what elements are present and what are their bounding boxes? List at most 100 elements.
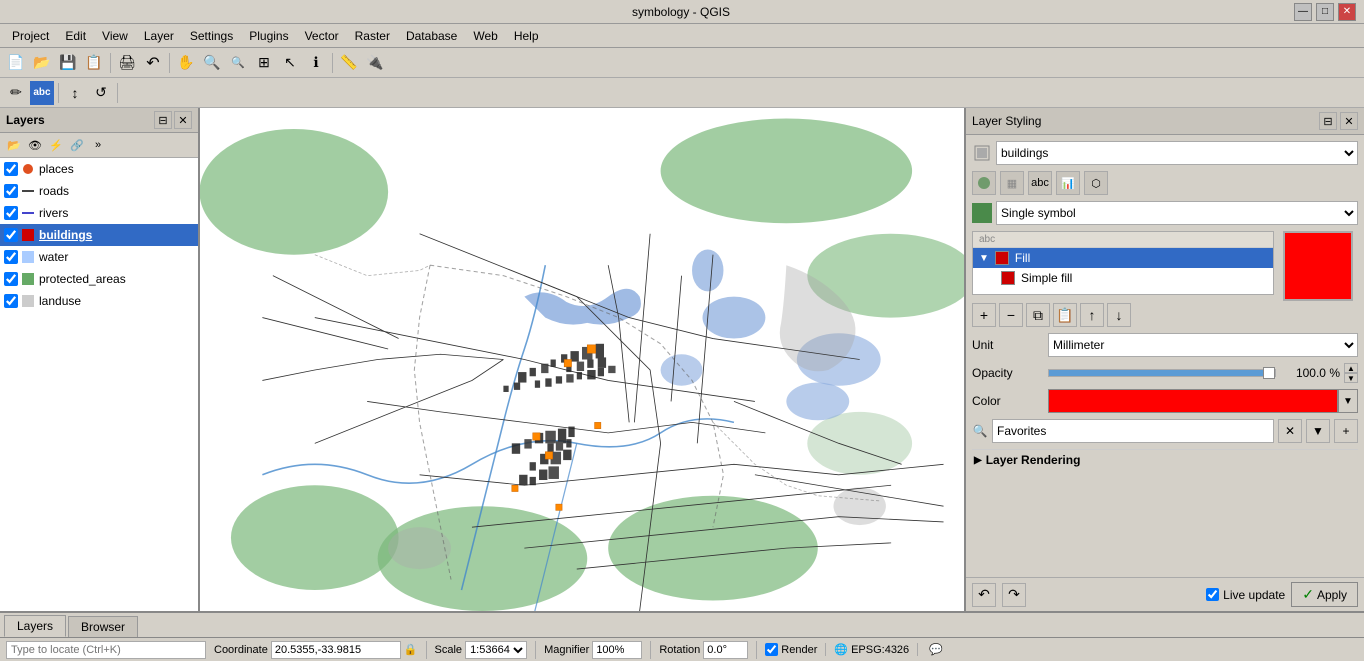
rotate-btn[interactable]: ↺: [89, 81, 113, 105]
tab-browser[interactable]: Browser: [68, 616, 138, 637]
magnifier-input[interactable]: [592, 641, 642, 659]
menu-item-raster[interactable]: Raster: [347, 27, 398, 45]
menu-item-settings[interactable]: Settings: [182, 27, 241, 45]
remove-symbol-btn[interactable]: −: [999, 303, 1023, 327]
layer-checkbox-rivers[interactable]: [4, 206, 18, 220]
select-btn[interactable]: ↖: [278, 51, 302, 75]
identify-btn[interactable]: ℹ: [304, 51, 328, 75]
digitize-btn[interactable]: ✏: [4, 81, 28, 105]
layer-item-buildings[interactable]: buildings: [0, 224, 198, 246]
menu-item-vector[interactable]: Vector: [297, 27, 347, 45]
plugins-btn[interactable]: 🔌: [363, 51, 387, 75]
layers-panel-close-btn[interactable]: ✕: [174, 111, 192, 129]
opacity-slider[interactable]: [1048, 369, 1276, 377]
paste-symbol-btn[interactable]: 📋: [1053, 303, 1077, 327]
styling-panel-close-btn[interactable]: ✕: [1340, 112, 1358, 130]
layers-filter-btn[interactable]: ⚡: [46, 135, 66, 155]
styling-diagram-icon[interactable]: 📊: [1056, 171, 1080, 195]
move-down-symbol-btn[interactable]: ↓: [1107, 303, 1131, 327]
styling-3d-icon[interactable]: ⬡: [1084, 171, 1108, 195]
layer-checkbox-places[interactable]: [4, 162, 18, 176]
pan-btn[interactable]: ✋: [174, 51, 198, 75]
color-picker-bar[interactable]: [1048, 389, 1338, 413]
measure-btn[interactable]: 📏: [337, 51, 361, 75]
layer-item-rivers[interactable]: rivers: [0, 202, 198, 224]
layer-item-places[interactable]: places: [0, 158, 198, 180]
opacity-down-btn[interactable]: ▼: [1344, 373, 1358, 383]
save-as-btn[interactable]: 📋: [82, 51, 106, 75]
epsg-item[interactable]: 🌐 EPSG:4326: [834, 643, 918, 656]
layer-rendering-section[interactable]: ▶ Layer Rendering: [972, 449, 1358, 470]
menu-item-view[interactable]: View: [94, 27, 136, 45]
styling-layer-dropdown[interactable]: buildings: [996, 141, 1358, 165]
color-dropdown-btn[interactable]: ▼: [1338, 389, 1358, 413]
styling-histogram-icon[interactable]: ▦: [1000, 171, 1024, 195]
styling-panel-dock-btn[interactable]: ⊟: [1319, 112, 1337, 130]
zoom-in-btn[interactable]: 🔍: [200, 51, 224, 75]
messages-btn[interactable]: 💬: [926, 643, 946, 656]
layers-more-btn[interactable]: »: [88, 135, 108, 155]
symbol-tree-fill-item[interactable]: ▼ Fill: [973, 248, 1273, 268]
search-dropdown-btn[interactable]: ▼: [1306, 419, 1330, 443]
add-symbol-btn[interactable]: +: [972, 303, 996, 327]
layers-panel-dock-btn[interactable]: ⊟: [154, 111, 172, 129]
layer-checkbox-roads[interactable]: [4, 184, 18, 198]
render-checkbox[interactable]: [765, 643, 778, 656]
undo-style-btn[interactable]: ↶: [972, 583, 996, 607]
symbol-type-dropdown[interactable]: Single symbol: [996, 201, 1358, 225]
styling-labels-icon[interactable]: abc: [1028, 171, 1052, 195]
layers-link-btn[interactable]: 🔗: [67, 135, 87, 155]
menu-item-layer[interactable]: Layer: [136, 27, 182, 45]
menu-item-project[interactable]: Project: [4, 27, 57, 45]
menu-item-database[interactable]: Database: [398, 27, 465, 45]
open-btn[interactable]: 📂: [30, 51, 54, 75]
copy-symbol-btn[interactable]: ⧉: [1026, 303, 1050, 327]
styling-scroll-area[interactable]: buildings ▦ abc 📊 ⬡: [966, 135, 1364, 577]
unit-dropdown[interactable]: Millimeter: [1048, 333, 1358, 357]
tree-expand-icon[interactable]: ▼: [979, 253, 989, 264]
symbol-tree-simplefill-item[interactable]: Simple fill: [973, 268, 1273, 288]
layer-checkbox-water[interactable]: [4, 250, 18, 264]
close-button[interactable]: ✕: [1338, 3, 1356, 21]
redo-style-btn[interactable]: ↷: [1002, 583, 1026, 607]
layers-visible-btn[interactable]: 👁: [25, 135, 45, 155]
undo-btn[interactable]: ↶: [141, 51, 165, 75]
live-update-checkbox[interactable]: [1206, 588, 1219, 601]
styling-paint-icon[interactable]: [972, 171, 996, 195]
print-btn[interactable]: 🖨: [115, 51, 139, 75]
layers-open-btn[interactable]: 📂: [4, 135, 24, 155]
menu-item-help[interactable]: Help: [506, 27, 547, 45]
menu-item-edit[interactable]: Edit: [57, 27, 94, 45]
zoom-full-btn[interactable]: ⊞: [252, 51, 276, 75]
layer-checkbox-landuse[interactable]: [4, 294, 18, 308]
layer-checkbox-protected_areas[interactable]: [4, 272, 18, 286]
minimize-button[interactable]: —: [1294, 3, 1312, 21]
locate-input[interactable]: [6, 641, 206, 659]
save-btn[interactable]: 💾: [56, 51, 80, 75]
layer-checkbox-buildings[interactable]: [4, 228, 18, 242]
apply-button[interactable]: ✓ Apply: [1291, 582, 1358, 607]
maximize-button[interactable]: □: [1316, 3, 1334, 21]
tab-layers[interactable]: Layers: [4, 615, 66, 637]
map-canvas[interactable]: [200, 108, 964, 611]
symbol-preview-large: [1283, 231, 1353, 301]
move-up-symbol-btn[interactable]: ↑: [1080, 303, 1104, 327]
menu-item-plugins[interactable]: Plugins: [241, 27, 296, 45]
new-project-btn[interactable]: 📄: [4, 51, 28, 75]
opacity-up-btn[interactable]: ▲: [1344, 363, 1358, 373]
coordinate-input[interactable]: [271, 641, 401, 659]
layer-item-protected_areas[interactable]: protected_areas: [0, 268, 198, 290]
search-add-btn[interactable]: +: [1334, 419, 1358, 443]
scale-select[interactable]: 1:53664: [465, 641, 527, 659]
layer-item-water[interactable]: water: [0, 246, 198, 268]
move-btn[interactable]: ↕: [63, 81, 87, 105]
rotation-input[interactable]: [703, 641, 748, 659]
menu-item-web[interactable]: Web: [465, 27, 505, 45]
layer-item-roads[interactable]: roads: [0, 180, 198, 202]
map-area[interactable]: [200, 108, 964, 611]
layer-item-landuse[interactable]: landuse: [0, 290, 198, 312]
search-clear-btn[interactable]: ✕: [1278, 419, 1302, 443]
favorites-search-input[interactable]: [992, 419, 1274, 443]
label-btn[interactable]: abc: [30, 81, 54, 105]
zoom-out-btn[interactable]: 🔍: [226, 51, 250, 75]
